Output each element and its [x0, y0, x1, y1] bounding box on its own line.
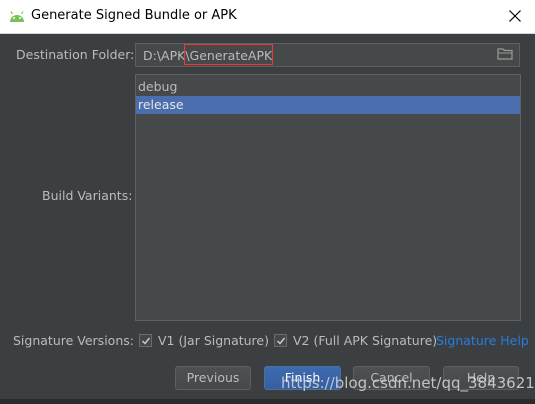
variant-label: debug: [138, 79, 178, 94]
signature-help-link[interactable]: Signature Help: [436, 333, 529, 348]
v2-signature-label: V2 (Full APK Signature): [293, 333, 438, 348]
title-bar: Generate Signed Bundle or APK: [0, 0, 535, 34]
destination-folder-label: Destination Folder:: [16, 47, 135, 62]
destination-folder-value: D:\APK\GenerateAPK: [143, 48, 273, 63]
previous-button[interactable]: Previous: [175, 366, 251, 390]
destination-folder-field[interactable]: D:\APK\GenerateAPK: [135, 43, 520, 67]
close-button[interactable]: [503, 5, 527, 27]
v1-signature-checkbox[interactable]: [139, 334, 152, 347]
browse-folder-button[interactable]: [497, 47, 515, 63]
variant-item-release[interactable]: release: [136, 96, 520, 114]
window-title: Generate Signed Bundle or APK: [31, 8, 237, 23]
v1-signature-label: V1 (Jar Signature): [158, 333, 269, 348]
signature-versions-label: Signature Versions:: [13, 333, 134, 348]
v2-signature-checkbox[interactable]: [274, 334, 287, 347]
android-icon: [9, 9, 25, 23]
close-icon: [509, 10, 521, 22]
build-variants-label: Build Variants:: [42, 188, 133, 203]
bottom-edge: [0, 399, 535, 404]
variant-item-debug[interactable]: debug: [136, 78, 520, 96]
checkmark-icon: [141, 337, 151, 345]
watermark-text: https://blog.csdn.net/qq_38436214: [281, 374, 535, 392]
build-variants-list[interactable]: debug release: [135, 74, 521, 321]
folder-icon: [497, 48, 513, 60]
checkmark-icon: [276, 337, 286, 345]
variant-label: release: [138, 97, 184, 112]
